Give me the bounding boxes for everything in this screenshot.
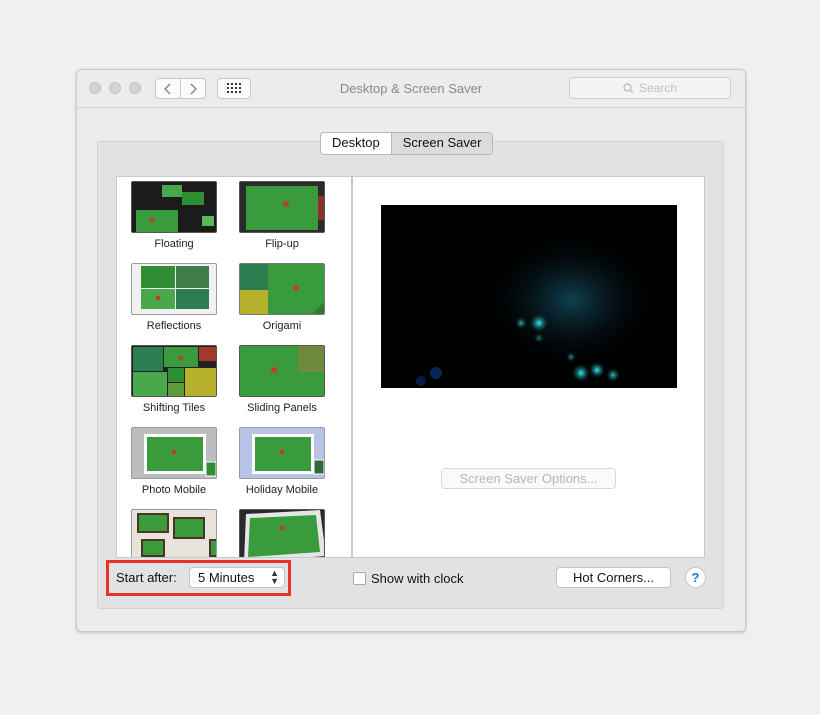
show-clock-label: Show with clock — [371, 571, 464, 586]
screensaver-options-button[interactable]: Screen Saver Options... — [441, 468, 616, 489]
preview-area: Screen Saver Options... — [353, 176, 705, 558]
screensaver-item-flip-up[interactable]: Flip-up — [232, 181, 332, 257]
screensaver-item-floating[interactable]: Floating — [124, 181, 224, 257]
tab-control: Desktop Screen Saver — [320, 132, 494, 155]
wall-thumbnail — [131, 509, 217, 557]
screensaver-item-holiday-mobile[interactable]: Holiday Mobile — [232, 427, 332, 503]
screensaver-item-origami[interactable]: Origami — [232, 263, 332, 339]
screensaver-label: Sliding Panels — [247, 402, 317, 414]
photo-mobile-thumbnail — [131, 427, 217, 479]
reflections-thumbnail — [131, 263, 217, 315]
sliding-panels-thumbnail — [239, 345, 325, 397]
floating-thumbnail — [131, 181, 217, 233]
title-bar: Desktop & Screen Saver Search — [77, 70, 745, 108]
highlight-box — [106, 560, 291, 596]
screensaver-item-reflections[interactable]: Reflections — [124, 263, 224, 339]
flip-up-thumbnail — [239, 181, 325, 233]
tab-desktop[interactable]: Desktop — [321, 133, 391, 154]
origami-thumbnail — [239, 263, 325, 315]
screensaver-list[interactable]: Floating Flip-up Reflections Origami Shi… — [116, 176, 352, 558]
screensaver-item-vintage-prints[interactable] — [232, 509, 332, 557]
preferences-window: Desktop & Screen Saver Search Desktop Sc… — [76, 69, 746, 632]
screensaver-item-photo-mobile[interactable]: Photo Mobile — [124, 427, 224, 503]
shifting-tiles-thumbnail — [131, 345, 217, 397]
screensaver-label: Origami — [262, 320, 302, 332]
screensaver-item-sliding-panels[interactable]: Sliding Panels — [232, 345, 332, 421]
screensaver-item-wall[interactable] — [124, 509, 224, 557]
tab-screen-saver[interactable]: Screen Saver — [390, 133, 493, 154]
screensaver-label: Reflections — [146, 320, 202, 332]
search-icon — [623, 82, 634, 93]
vintage-prints-thumbnail — [239, 509, 325, 557]
help-button[interactable]: ? — [685, 567, 706, 588]
screensaver-item-shifting-tiles[interactable]: Shifting Tiles — [124, 345, 224, 421]
screensaver-label: Holiday Mobile — [245, 484, 319, 496]
screensaver-label: Flip-up — [265, 238, 299, 250]
holiday-mobile-thumbnail — [239, 427, 325, 479]
search-field[interactable]: Search — [569, 77, 731, 99]
show-clock-checkbox[interactable] — [353, 572, 366, 585]
screensaver-preview — [381, 205, 677, 388]
screensaver-label: Shifting Tiles — [142, 402, 206, 414]
screensaver-label: Photo Mobile — [141, 484, 207, 496]
search-placeholder: Search — [638, 81, 678, 95]
screensaver-label: Floating — [154, 238, 194, 250]
hot-corners-button[interactable]: Hot Corners... — [556, 567, 671, 588]
